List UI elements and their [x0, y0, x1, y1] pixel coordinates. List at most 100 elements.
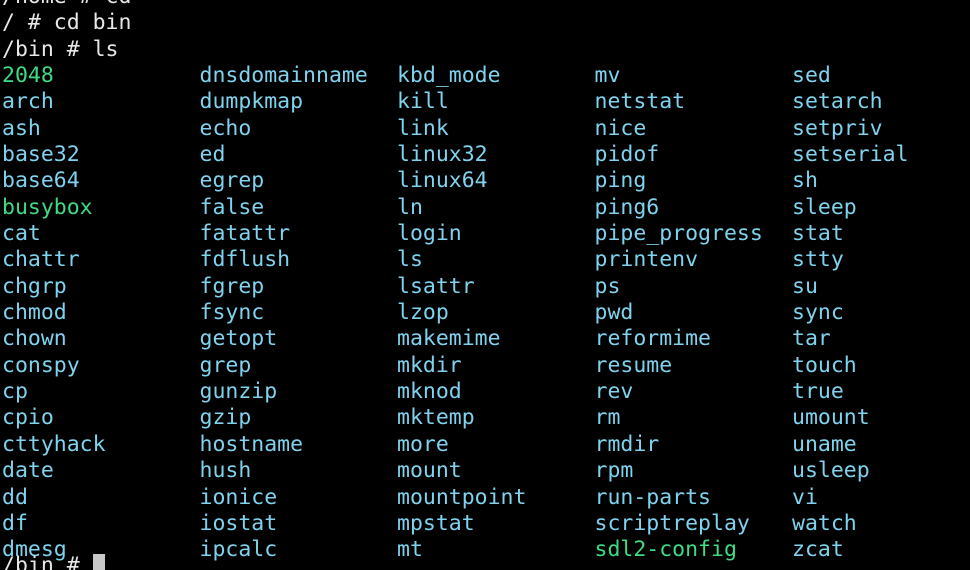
file-entry-ping: ping: [594, 168, 647, 194]
history-line: / # cd bin: [2, 10, 132, 36]
file-entry-mount: mount: [397, 458, 462, 484]
file-entry-login: login: [397, 221, 462, 247]
file-entry-echo: echo: [199, 115, 252, 141]
file-entry-reformime: reformime: [594, 326, 712, 352]
file-entry-fdflush: fdflush: [199, 247, 291, 273]
file-entry-hush: hush: [199, 458, 252, 484]
file-entry-cp: cp: [2, 379, 28, 405]
file-entry-dumpkmap: dumpkmap: [199, 89, 304, 115]
file-entry-kbd_mode: kbd_mode: [397, 63, 501, 88]
file-entry-zcat: zcat: [792, 537, 844, 563]
file-entry-mv: mv: [594, 63, 621, 88]
file-entry-ping6: ping6: [594, 194, 660, 220]
file-entry-chattr: chattr: [2, 247, 80, 273]
file-entry-printenv: printenv: [594, 247, 699, 273]
file-entry-rev: rev: [594, 379, 634, 405]
file-entry-base64: base64: [2, 168, 80, 194]
command-history: /home # cd / # cd bin /bin # ls: [2, 0, 131, 63]
file-entry-iostat: iostat: [199, 510, 278, 536]
file-entry-rm: rm: [594, 405, 621, 431]
file-entry-scriptreplay: scriptreplay: [594, 510, 750, 536]
file-entry-2048: 2048: [2, 63, 54, 88]
file-entry-cat: cat: [2, 221, 41, 247]
file-entry-dnsdomainname: dnsdomainname: [199, 63, 368, 88]
file-entry-arch: arch: [2, 89, 54, 115]
file-entry-df: df: [2, 510, 28, 536]
file-entry-hostname: hostname: [199, 431, 304, 457]
file-entry-setarch: setarch: [792, 89, 883, 115]
file-entry-resume: resume: [594, 352, 673, 378]
file-entry-linux32: linux32: [397, 142, 488, 168]
file-entry-gunzip: gunzip: [199, 379, 278, 405]
file-entry-vi: vi: [792, 484, 818, 510]
file-entry-chmod: chmod: [2, 300, 67, 326]
file-entry-lzop: lzop: [397, 300, 449, 326]
file-entry-sdl2-config: sdl2-config: [594, 537, 737, 563]
file-entry-cpio: cpio: [2, 405, 54, 431]
file-entry-kill: kill: [397, 89, 449, 115]
file-entry-fsync: fsync: [199, 300, 265, 326]
file-entry-false: false: [199, 194, 265, 220]
file-entry-mountpoint: mountpoint: [397, 484, 527, 510]
file-entry-ln: ln: [397, 194, 423, 220]
file-entry-sed: sed: [792, 63, 831, 88]
file-entry-pidof: pidof: [594, 142, 660, 168]
file-entry-mpstat: mpstat: [397, 510, 475, 536]
file-entry-mkdir: mkdir: [397, 352, 462, 378]
history-line: /home # cd: [2, 0, 131, 10]
file-entry-mt: mt: [397, 537, 423, 563]
file-entry-base32: base32: [2, 142, 80, 168]
file-entry-ionice: ionice: [199, 484, 278, 510]
file-entry-pwd: pwd: [594, 300, 634, 326]
file-entry-nice: nice: [594, 115, 647, 141]
terminal-window[interactable]: /home # cd / # cd bin /bin # ls 2048arch…: [0, 0, 970, 570]
current-prompt-line[interactable]: /bin #: [2, 553, 105, 570]
file-entry-date: date: [2, 458, 54, 484]
file-entry-mktemp: mktemp: [397, 405, 475, 431]
file-entry-touch: touch: [792, 352, 857, 378]
file-entry-dd: dd: [2, 484, 28, 510]
file-entry-ps: ps: [594, 273, 621, 299]
file-entry-busybox: busybox: [2, 194, 93, 220]
file-entry-setpriv: setpriv: [792, 115, 883, 141]
file-entry-ash: ash: [2, 115, 41, 141]
file-entry-sleep: sleep: [792, 194, 857, 220]
file-entry-stty: stty: [792, 247, 844, 273]
file-entry-ls: ls: [397, 247, 423, 273]
file-entry-chgrp: chgrp: [2, 273, 67, 299]
file-entry-gzip: gzip: [199, 405, 252, 431]
file-entry-sync: sync: [792, 300, 844, 326]
file-entry-netstat: netstat: [594, 89, 686, 115]
file-entry-grep: grep: [199, 352, 252, 378]
file-entry-conspy: conspy: [2, 352, 80, 378]
file-entry-setserial: setserial: [792, 142, 909, 168]
file-entry-rpm: rpm: [594, 458, 634, 484]
file-entry-fatattr: fatattr: [199, 221, 291, 247]
file-entry-makemime: makemime: [397, 326, 501, 352]
file-entry-mknod: mknod: [397, 379, 462, 405]
file-entry-stat: stat: [792, 221, 844, 247]
file-entry-egrep: egrep: [199, 168, 265, 194]
text-cursor: [92, 554, 105, 570]
file-entry-sh: sh: [792, 168, 818, 194]
file-entry-lsattr: lsattr: [397, 273, 475, 299]
prompt-text: /bin #: [2, 553, 93, 570]
file-entry-getopt: getopt: [199, 326, 278, 352]
file-entry-run-parts: run-parts: [594, 484, 712, 510]
file-entry-ipcalc: ipcalc: [199, 537, 278, 563]
file-entry-link: link: [397, 115, 449, 141]
file-entry-watch: watch: [792, 510, 857, 536]
file-entry-more: more: [397, 431, 449, 457]
file-entry-uname: uname: [792, 431, 857, 457]
file-entry-tar: tar: [792, 326, 831, 352]
file-entry-umount: umount: [792, 405, 870, 431]
file-entry-true: true: [792, 379, 844, 405]
file-entry-fgrep: fgrep: [199, 273, 265, 299]
file-entry-ed: ed: [199, 142, 226, 168]
file-entry-chown: chown: [2, 326, 67, 352]
history-line: /bin # ls: [2, 36, 119, 62]
file-entry-usleep: usleep: [792, 458, 870, 484]
file-entry-su: su: [792, 273, 818, 299]
file-entry-linux64: linux64: [397, 168, 488, 194]
ls-output-grid: 2048 arch ash base32 base64 busybox cat chattr c…: [2, 63, 970, 564]
